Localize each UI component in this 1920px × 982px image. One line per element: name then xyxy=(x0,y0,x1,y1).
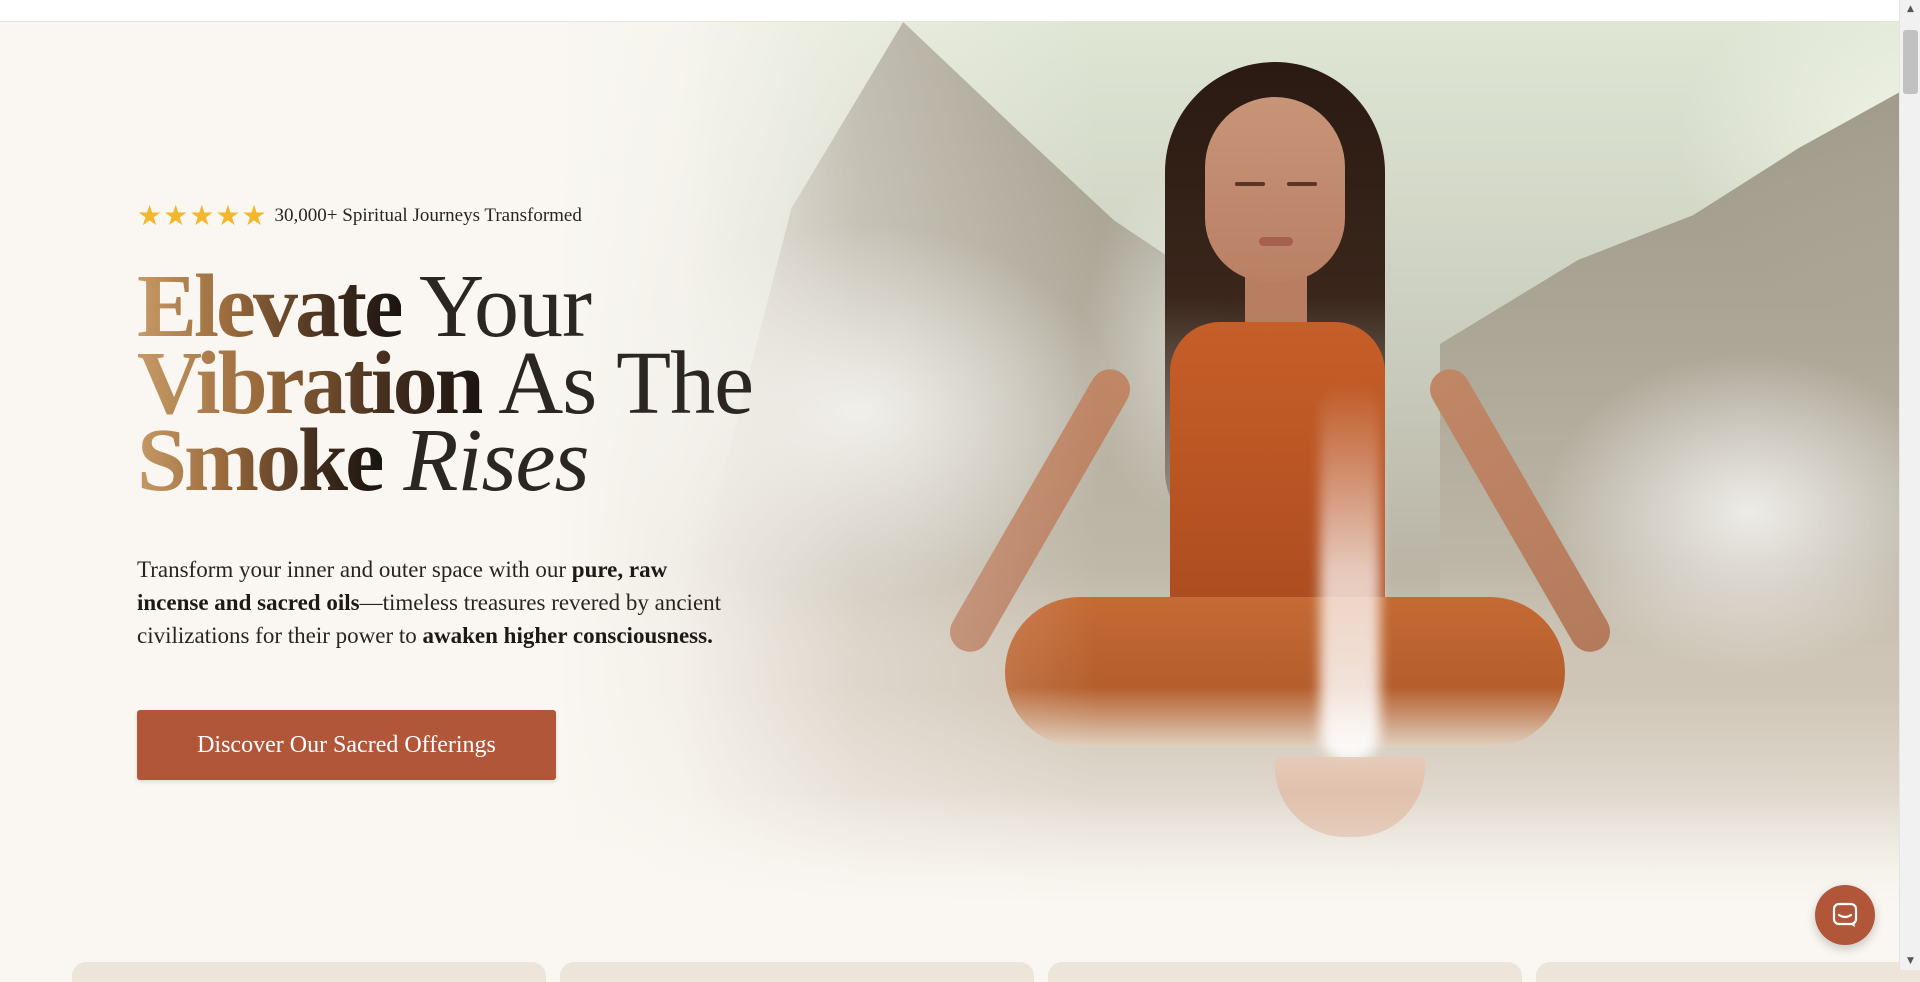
scrollbar-thumb[interactable] xyxy=(1903,30,1918,94)
star-icon: ★ xyxy=(241,199,267,232)
rising-incense-smoke xyxy=(1320,382,1380,762)
description-emphasis: awaken higher consciousness. xyxy=(422,623,713,648)
star-icon: ★ xyxy=(137,199,163,232)
star-icon: ★ xyxy=(189,199,215,232)
closed-eye xyxy=(1287,182,1317,186)
star-icon: ★ xyxy=(163,199,189,232)
headline-gradient-word: Smoke xyxy=(137,411,385,510)
hero-description: Transform your inner and outer space wit… xyxy=(137,553,727,652)
star-rating: ★ ★ ★ ★ ★ xyxy=(137,202,267,230)
scroll-up-icon[interactable]: ▲ xyxy=(1900,0,1920,18)
product-card[interactable] xyxy=(72,962,546,982)
product-card[interactable] xyxy=(560,962,1034,982)
chat-bubble-icon xyxy=(1832,902,1858,927)
headline-italic-word: Rises xyxy=(403,411,590,510)
discover-offerings-button[interactable]: Discover Our Sacred Offerings xyxy=(137,710,556,780)
chat-launcher-button[interactable] xyxy=(1815,885,1875,945)
scroll-down-icon[interactable]: ▼ xyxy=(1900,952,1920,970)
meditating-woman-image xyxy=(942,42,1820,862)
description-text: Transform your inner and outer space wit… xyxy=(137,557,572,582)
headline-line-3: Smoke Rises xyxy=(137,416,753,506)
rating-text: 30,000+ Spiritual Journeys Transformed xyxy=(274,205,582,226)
page-scrollbar[interactable]: ▲ ▼ xyxy=(1899,0,1920,970)
hero-bottom-fade xyxy=(0,792,1899,970)
hero-headline: Elevate Your Vibration As The Smoke Rise… xyxy=(137,262,754,506)
top-bar xyxy=(0,0,1899,22)
product-cards-peek xyxy=(72,962,1920,982)
star-icon: ★ xyxy=(215,199,241,232)
closed-eye xyxy=(1235,182,1265,186)
hero-section: ★ ★ ★ ★ ★ 30,000+ Spiritual Journeys Tra… xyxy=(0,22,1899,970)
lips xyxy=(1259,237,1293,246)
product-card[interactable] xyxy=(1048,962,1522,982)
face xyxy=(1205,97,1345,282)
product-card[interactable] xyxy=(1536,962,1920,982)
rating-badge: ★ ★ ★ ★ ★ 30,000+ Spiritual Journeys Tra… xyxy=(137,202,582,230)
